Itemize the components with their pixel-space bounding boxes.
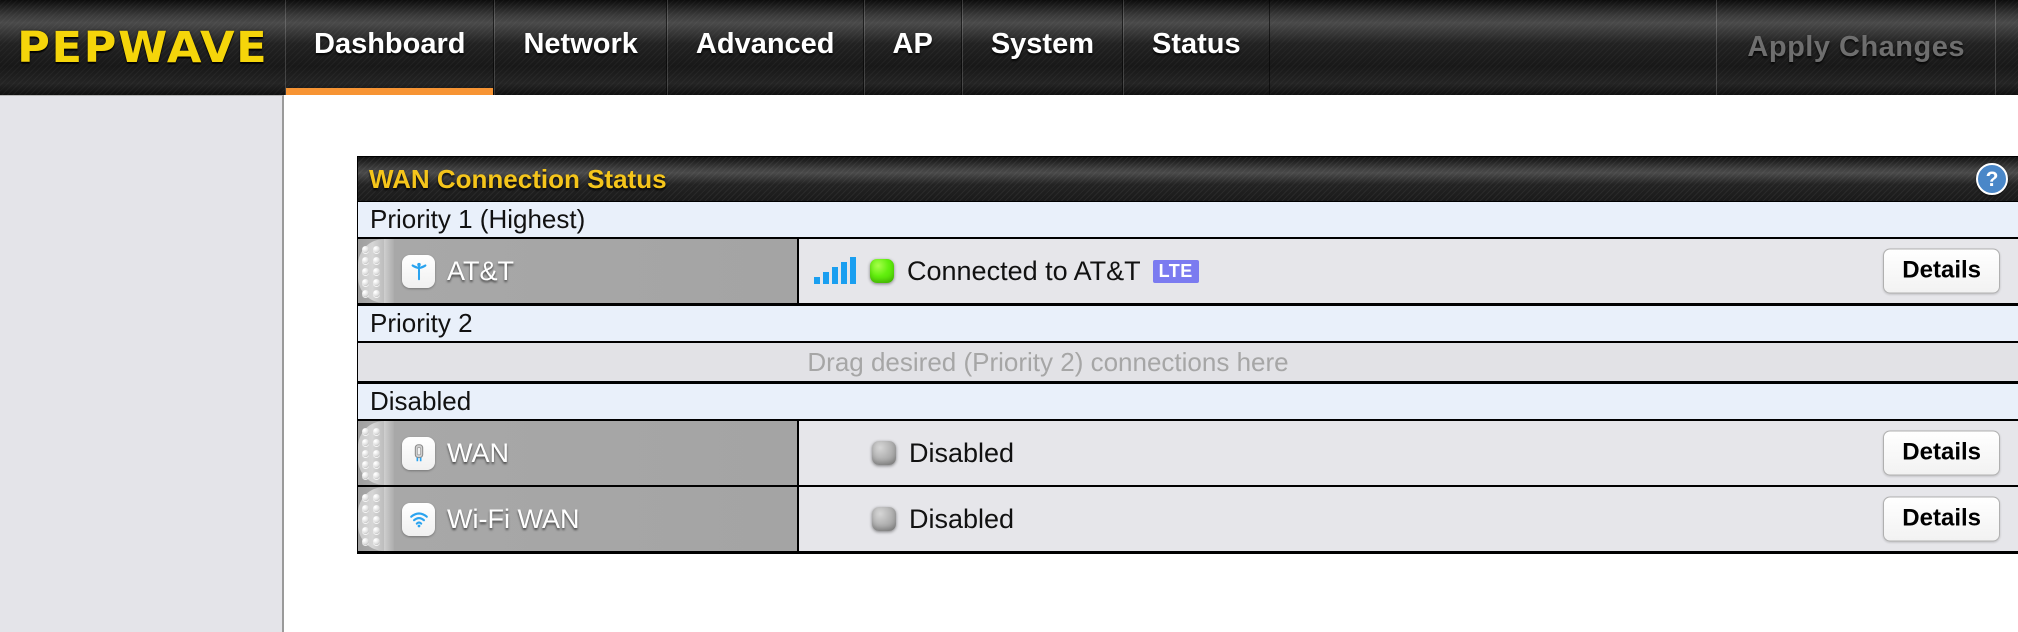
- nav-item-network[interactable]: Network: [494, 0, 667, 95]
- cellular-antenna-icon: [402, 254, 435, 288]
- handle-divider: [384, 487, 394, 551]
- details-button[interactable]: Details: [1883, 248, 2000, 294]
- connection-name: AT&T: [447, 255, 514, 286]
- main-content: WAN Connection Status ? Priority 1 (High…: [286, 95, 2018, 632]
- priority-2-dropzone[interactable]: Drag desired (Priority 2) connections he…: [358, 343, 2018, 383]
- ethernet-plug-icon: [402, 436, 435, 470]
- group-header-label: Priority 1 (Highest): [370, 204, 586, 234]
- connection-status-cell: Connected to AT&T LTE Details: [799, 239, 2018, 303]
- dropzone-placeholder: Drag desired (Priority 2) connections he…: [807, 346, 1289, 377]
- nav-item-label: AP: [892, 28, 933, 60]
- handle-divider: [384, 239, 394, 303]
- nav-item-status[interactable]: Status: [1122, 0, 1270, 95]
- drag-handle-icon[interactable]: [358, 239, 384, 303]
- details-button[interactable]: Details: [1883, 496, 2000, 542]
- drag-handle-icon[interactable]: [358, 487, 384, 551]
- group-header-disabled: Disabled: [358, 383, 2018, 421]
- brand-logo-text: PEPWAVE: [16, 22, 269, 73]
- apply-changes-button[interactable]: Apply Changes: [1716, 0, 1996, 95]
- status-led-icon: [872, 441, 896, 465]
- connection-status-cell: Disabled Details: [799, 487, 2018, 551]
- nav-item-system[interactable]: System: [961, 0, 1123, 95]
- connection-handle-cell[interactable]: AT&T: [358, 239, 799, 303]
- panel-title: WAN Connection Status: [369, 163, 667, 194]
- nav-item-ap[interactable]: AP: [863, 0, 962, 95]
- group-header-label: Disabled: [370, 386, 472, 416]
- table-row[interactable]: WAN Disabled Details: [358, 421, 2018, 487]
- status-badge: LTE: [1152, 259, 1199, 283]
- nav-item-advanced[interactable]: Advanced: [666, 0, 864, 95]
- handle-divider: [384, 421, 394, 485]
- connection-status-text: Disabled: [909, 503, 1015, 534]
- signal-strength-icon: [814, 257, 856, 284]
- group-header-label: Priority 2: [370, 308, 473, 338]
- connection-name: WAN: [447, 437, 509, 468]
- group-header-priority-1: Priority 1 (Highest): [358, 201, 2018, 239]
- connection-handle-cell[interactable]: Wi-Fi WAN: [358, 487, 799, 551]
- nav-item-label: Advanced: [695, 28, 835, 60]
- top-navigation-bar: PEPWAVE Dashboard Network Advanced AP Sy…: [0, 0, 2018, 95]
- connection-status-text: Disabled: [909, 437, 1015, 468]
- nav-item-dashboard[interactable]: Dashboard: [285, 0, 495, 95]
- group-header-priority-2: Priority 2: [358, 305, 2018, 343]
- left-sidebar: [0, 95, 284, 632]
- wifi-icon: [402, 502, 435, 536]
- drag-handle-icon[interactable]: [358, 421, 384, 485]
- main-nav: Dashboard Network Advanced AP System Sta…: [285, 0, 1270, 95]
- apply-changes-label: Apply Changes: [1747, 31, 1965, 63]
- table-row[interactable]: Wi-Fi WAN Disabled Details: [358, 487, 2018, 553]
- nav-item-label: Status: [1151, 28, 1241, 60]
- connection-handle-cell[interactable]: WAN: [358, 421, 799, 485]
- status-led-icon: [870, 259, 894, 283]
- nav-item-label: System: [990, 28, 1094, 60]
- nav-item-label: Network: [523, 28, 638, 60]
- connection-name: Wi-Fi WAN: [447, 503, 580, 534]
- status-led-icon: [872, 507, 896, 531]
- wan-connection-status-panel: WAN Connection Status ? Priority 1 (High…: [357, 156, 2018, 554]
- details-button[interactable]: Details: [1883, 430, 2000, 476]
- brand-logo[interactable]: PEPWAVE: [0, 0, 285, 95]
- connection-status-cell: Disabled Details: [799, 421, 2018, 485]
- table-row[interactable]: AT&T Connected to AT&T LTE Details: [358, 239, 2018, 305]
- panel-header: WAN Connection Status ?: [358, 157, 2018, 201]
- question-mark-icon[interactable]: ?: [1976, 163, 2008, 195]
- nav-item-label: Dashboard: [314, 28, 466, 60]
- connection-status-text: Connected to AT&T: [907, 255, 1141, 286]
